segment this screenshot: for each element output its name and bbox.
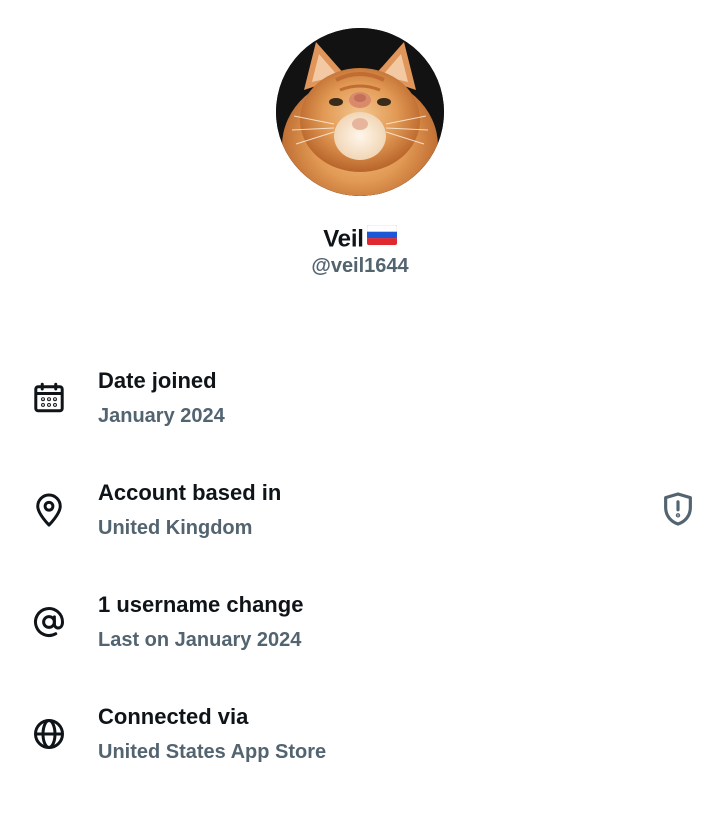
info-row-username-change: 1 username change Last on January 2024: [0, 590, 720, 702]
info-title: Connected via: [98, 704, 249, 729]
info-row-connected-via: Connected via United States App Store: [0, 702, 720, 814]
user-handle: @veil1644: [311, 255, 409, 277]
profile-header: Veil @veil1644: [0, 0, 720, 300]
location-pin-icon: [31, 492, 67, 528]
shield-alert-icon[interactable]: [659, 490, 697, 528]
globe-icon: [31, 716, 67, 752]
calendar-icon: [31, 380, 67, 416]
info-subtitle: January 2024: [98, 405, 225, 427]
display-name: Veil: [323, 225, 364, 253]
info-subtitle: United States App Store: [98, 741, 327, 763]
info-row-account-based-in: Account based in United Kingdom: [0, 478, 720, 590]
avatar[interactable]: [276, 28, 444, 196]
info-title: Account based in: [98, 480, 282, 505]
info-subtitle: United Kingdom: [98, 517, 253, 539]
info-subtitle: Last on January 2024: [98, 629, 302, 651]
russia-flag-icon: [366, 223, 398, 253]
at-sign-icon: [31, 604, 67, 640]
info-title: Date joined: [98, 368, 217, 393]
display-name-row: Veil: [0, 224, 720, 255]
info-title: 1 username change: [98, 592, 304, 617]
info-row-date-joined: Date joined January 2024: [0, 366, 720, 478]
